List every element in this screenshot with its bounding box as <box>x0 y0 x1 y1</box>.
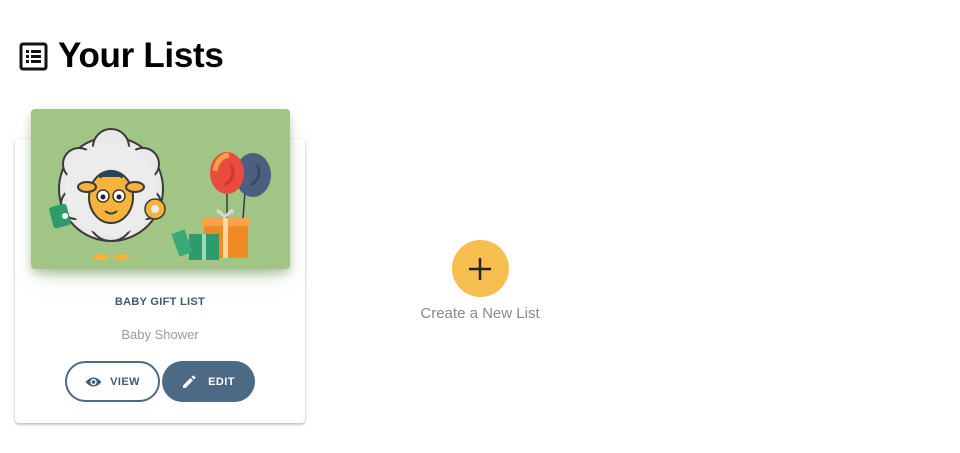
list-card: BABY GIFT LIST Baby Shower VIEW EDIT <box>15 109 305 423</box>
edit-button[interactable]: EDIT <box>162 361 255 402</box>
create-new-list[interactable]: Create a New List <box>400 240 560 322</box>
page-header: Your Lists <box>19 36 224 76</box>
list-subtitle: Baby Shower <box>121 327 199 342</box>
sheep-illustration <box>49 128 166 260</box>
pencil-icon <box>182 375 196 389</box>
list-title: BABY GIFT LIST <box>114 296 206 308</box>
create-list-label[interactable]: Create a New List <box>400 305 560 322</box>
page-title: Your Lists <box>58 36 224 75</box>
gift-illustration <box>171 209 250 260</box>
list-icon <box>19 42 48 71</box>
view-button-label: VIEW <box>110 375 140 388</box>
view-button[interactable]: VIEW <box>65 361 160 402</box>
balloons-illustration <box>210 152 271 220</box>
create-list-button[interactable] <box>451 240 509 297</box>
list-card-image <box>31 109 290 269</box>
page: Your Lists BABY GIFT LIST Baby Shower VI… <box>0 0 960 453</box>
edit-button-label: EDIT <box>208 375 235 388</box>
eye-icon <box>85 376 102 388</box>
plus-icon <box>469 257 491 280</box>
